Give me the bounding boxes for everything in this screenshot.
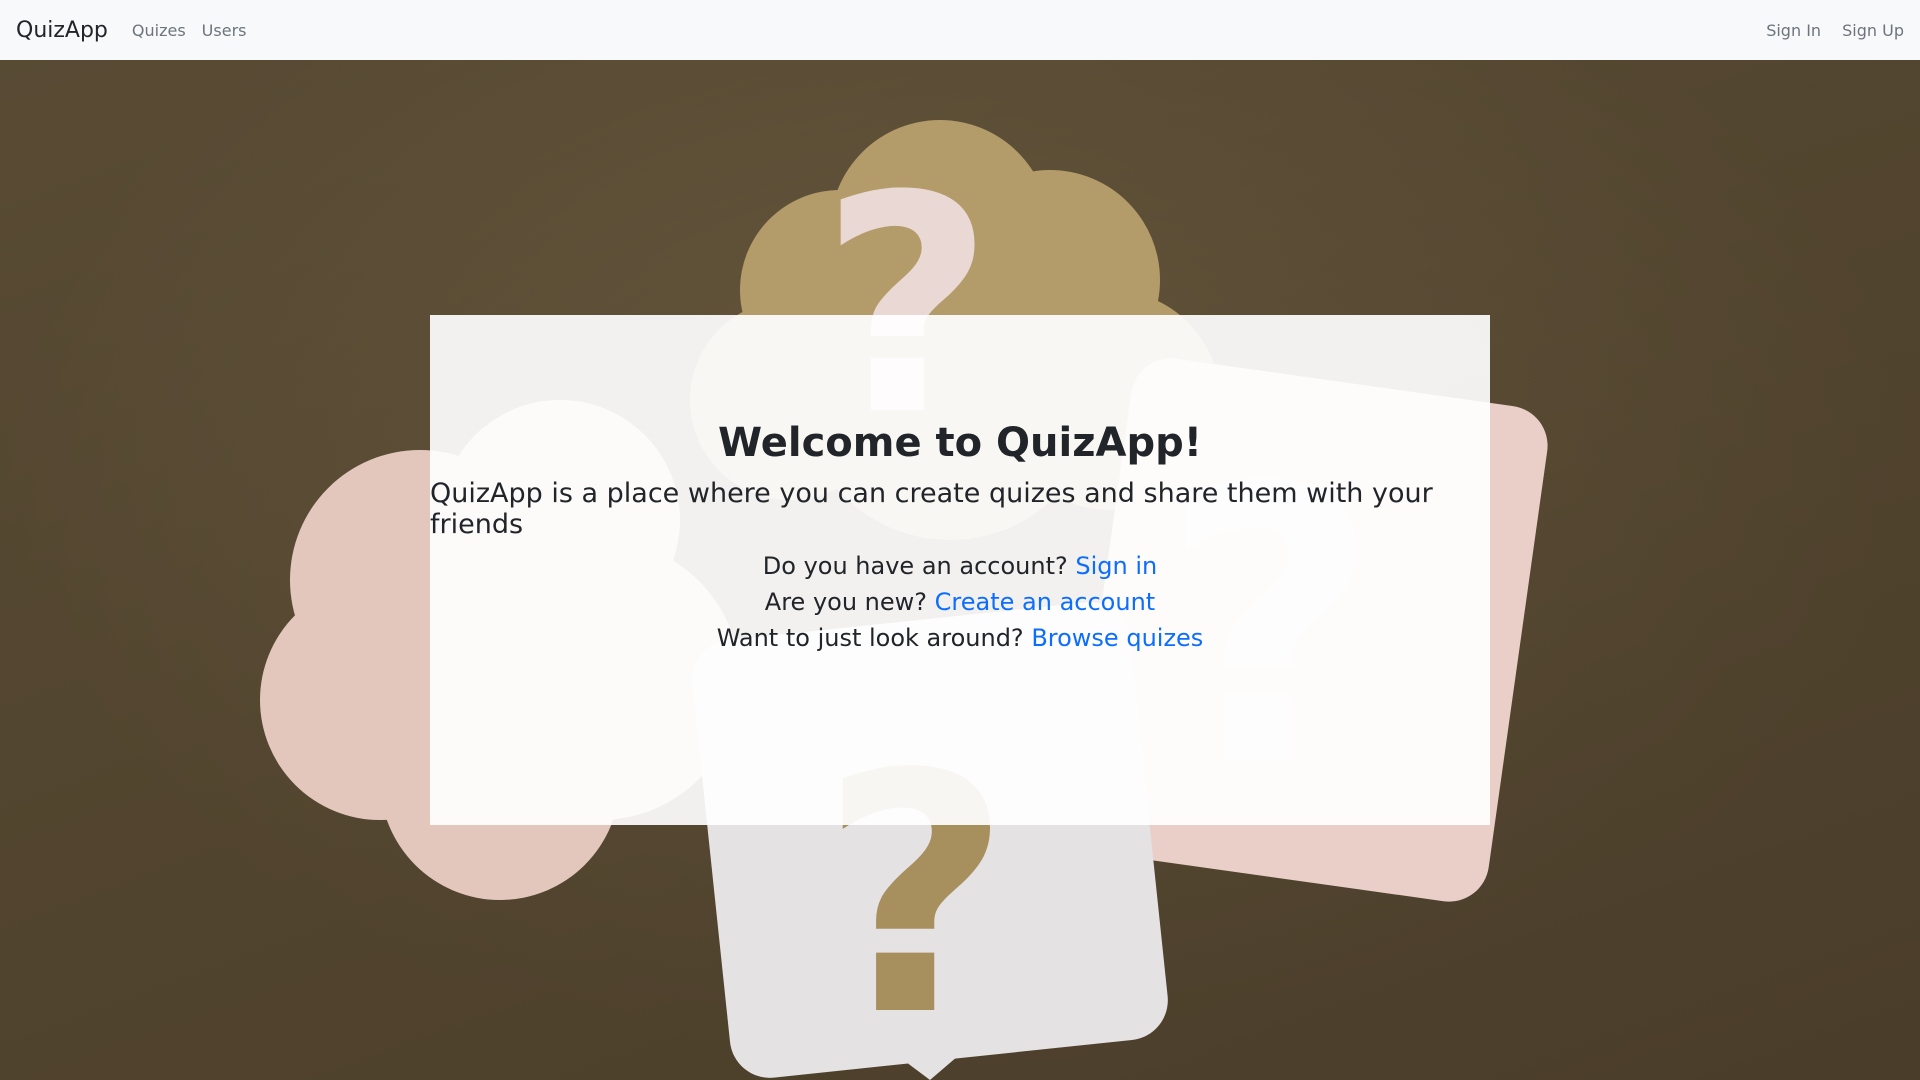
sign-in-link[interactable]: Sign In xyxy=(1766,21,1821,40)
nav-right: Sign In Sign Up xyxy=(1750,21,1904,40)
page-subtitle: QuizApp is a place where you can create … xyxy=(430,478,1433,540)
browse-quizes-link[interactable]: Browse quizes xyxy=(1031,624,1203,652)
create-account-link[interactable]: Create an account xyxy=(935,588,1156,616)
browse-prompt: Want to just look around? Browse quizes xyxy=(717,624,1204,652)
new-user-prompt-text: Are you new? xyxy=(764,588,935,616)
navbar: QuizApp Quizes Users Sign In Sign Up xyxy=(0,0,1920,60)
brand-link[interactable]: QuizApp xyxy=(16,18,108,43)
account-prompt: Do you have an account? Sign in xyxy=(763,552,1157,580)
new-user-prompt: Are you new? Create an account xyxy=(765,588,1155,616)
nav-link-quizes[interactable]: Quizes xyxy=(132,21,186,40)
page-title: Welcome to QuizApp! xyxy=(718,420,1202,466)
sign-in-cta-link[interactable]: Sign in xyxy=(1075,552,1157,580)
nav-link-users[interactable]: Users xyxy=(202,21,247,40)
hero-background: ? ? ? Welcome to QuizApp! QuizApp is a p… xyxy=(0,60,1920,1080)
account-prompt-text: Do you have an account? xyxy=(762,552,1076,580)
sign-up-link[interactable]: Sign Up xyxy=(1842,21,1904,40)
welcome-card: Welcome to QuizApp! QuizApp is a place w… xyxy=(430,315,1490,825)
browse-prompt-text: Want to just look around? xyxy=(716,624,1032,652)
